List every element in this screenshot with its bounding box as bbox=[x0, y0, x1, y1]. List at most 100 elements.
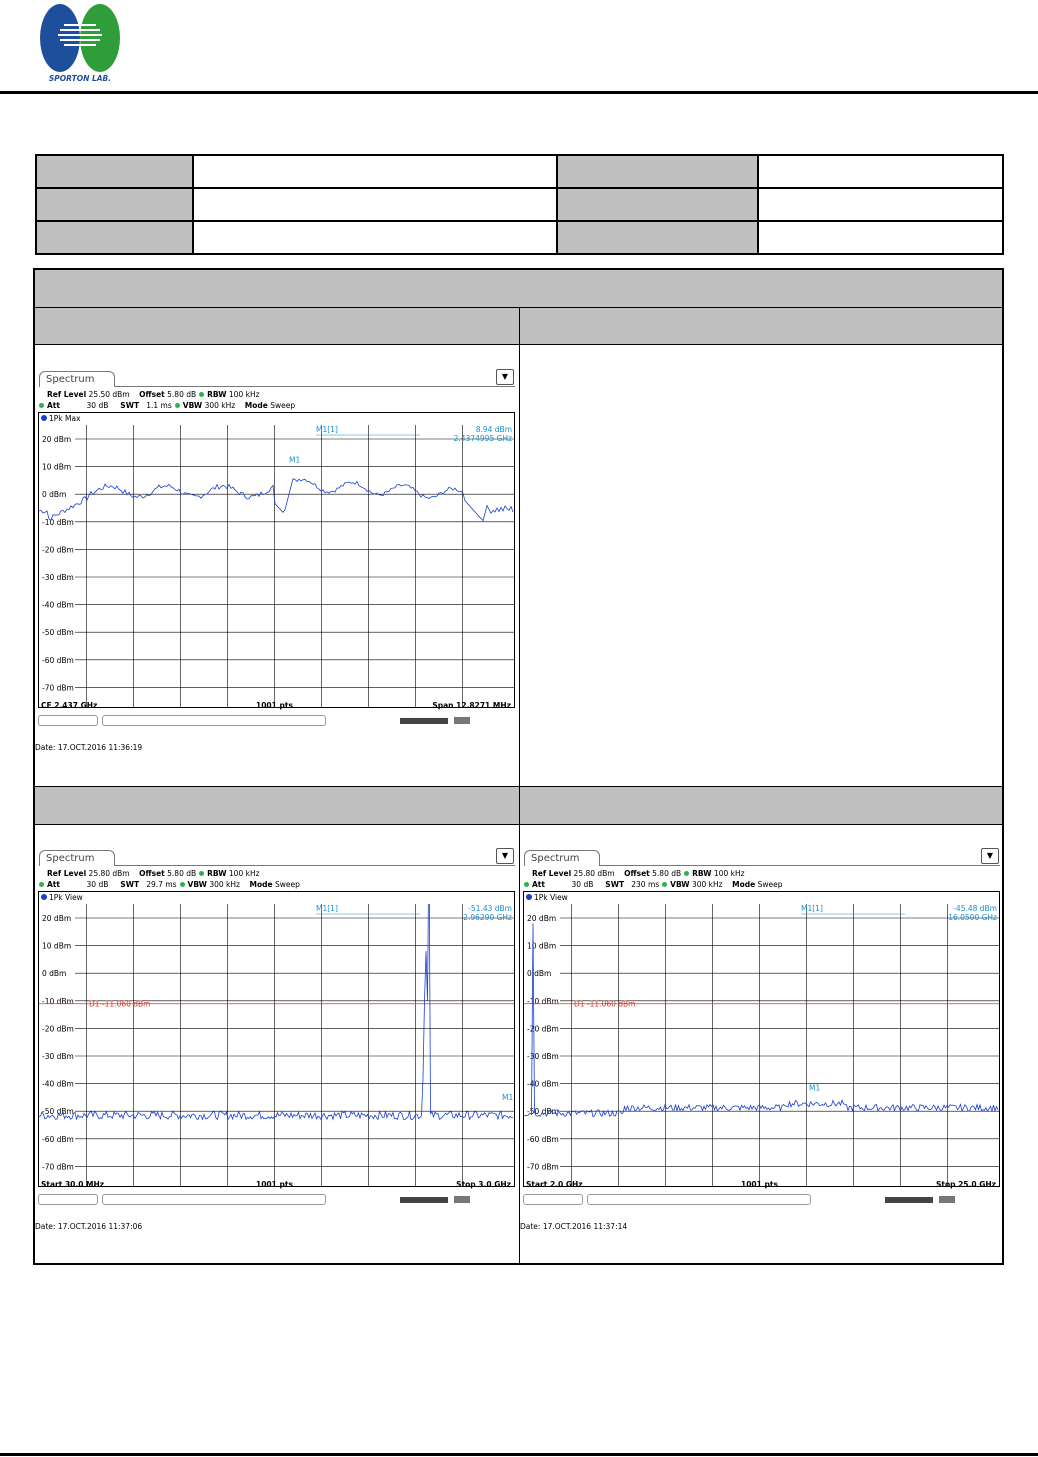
param-value: 1.1 ms bbox=[146, 401, 172, 410]
trace-line bbox=[39, 904, 514, 1121]
param-value: 5.80 dB bbox=[652, 869, 682, 878]
y-tick-label: -60 dBm bbox=[42, 656, 74, 665]
footer-points: 1001 pts bbox=[741, 1180, 778, 1189]
plot-footer: Start 2.0 GHz 1001 pts Stop 25.0 GHz bbox=[523, 1180, 1000, 1191]
trace-dot bbox=[41, 894, 47, 900]
param-value: 100 kHz bbox=[228, 390, 260, 399]
footer-left: CF 2.437 GHz bbox=[41, 701, 98, 710]
trace-line bbox=[524, 923, 999, 1118]
status-dot bbox=[39, 882, 44, 887]
table-cell bbox=[192, 220, 558, 255]
capture-date: Date: 17.OCT.2016 11:36:19 bbox=[35, 743, 143, 752]
footer-left: Start 30.0 MHz bbox=[41, 1180, 105, 1189]
table-cell bbox=[556, 220, 759, 255]
trace-dot bbox=[526, 894, 532, 900]
measurement-params: Ref Level 25.80 dBm Offset 5.80 dB RBW 10… bbox=[39, 868, 300, 890]
measurement-params: Ref Level 25.50 dBm Offset 5.80 dB RBW 10… bbox=[39, 389, 295, 411]
trace-name: 1Pk View bbox=[534, 893, 568, 902]
param-label: Att bbox=[532, 880, 545, 889]
param-value: 5.80 dB bbox=[167, 390, 197, 399]
marker-value: -45.48 dBm bbox=[953, 904, 997, 913]
param-label: Ref Level bbox=[532, 869, 572, 878]
status-dot bbox=[199, 871, 205, 876]
trace-name: 1Pk Max bbox=[49, 414, 81, 423]
menu-icon[interactable]: ▼ bbox=[981, 848, 999, 864]
status-bar bbox=[523, 1194, 1000, 1206]
y-tick-label: -10 dBm bbox=[42, 997, 74, 1006]
status-field bbox=[102, 715, 326, 726]
table-cell bbox=[556, 187, 759, 222]
param-label: Mode bbox=[244, 401, 268, 410]
status-dot bbox=[179, 882, 185, 887]
status-field bbox=[38, 715, 98, 726]
param-label: VBW bbox=[182, 401, 203, 410]
status-field bbox=[587, 1194, 811, 1205]
y-tick-label: -60 dBm bbox=[527, 1135, 559, 1144]
y-tick-label: 0 dBm bbox=[42, 490, 66, 499]
table-row bbox=[35, 187, 1004, 222]
spectrum-tab[interactable]: Spectrum bbox=[39, 850, 115, 866]
status-indicator bbox=[454, 1196, 470, 1203]
menu-icon[interactable]: ▼ bbox=[496, 369, 514, 385]
param-value: 300 kHz bbox=[691, 880, 723, 889]
param-value: 300 kHz bbox=[204, 401, 236, 410]
capture-date: Date: 17.OCT.2016 11:37:14 bbox=[520, 1222, 628, 1231]
spectrum-screenshot: Spectrum ▼ Ref Level 25.80 dBm Offset 5.… bbox=[35, 846, 518, 1246]
spectrum-chart: 20 dBm 10 dBm 0 dBm -10 dBm -20 dBm -30 dBm -4… bbox=[39, 904, 514, 1186]
y-tick-label: -30 dBm bbox=[42, 573, 74, 582]
param-label: VBW bbox=[187, 880, 207, 889]
status-dot bbox=[174, 403, 180, 408]
param-value: 100 kHz bbox=[228, 869, 260, 878]
menu-icon[interactable]: ▼ bbox=[496, 848, 514, 864]
param-label: RBW bbox=[207, 869, 227, 878]
y-tick-label: -20 dBm bbox=[42, 1024, 74, 1033]
marker-name: M1[1] bbox=[316, 904, 338, 913]
info-table bbox=[35, 154, 1004, 255]
marker-value: -51.43 dBm bbox=[468, 904, 512, 913]
y-tick-label: -60 dBm bbox=[42, 1135, 74, 1144]
footer-points: 1001 pts bbox=[256, 1180, 293, 1189]
table-cell bbox=[757, 154, 1004, 189]
footer-right: Span 12.8271 MHz bbox=[432, 701, 511, 710]
y-tick-label: -70 dBm bbox=[42, 683, 74, 692]
progress-indicator bbox=[400, 718, 448, 724]
param-value: 30 dB bbox=[86, 401, 109, 410]
capture-date: Date: 17.OCT.2016 11:37:06 bbox=[35, 1222, 143, 1231]
marker-name: M1[1] bbox=[801, 904, 823, 913]
y-tick-label: 20 dBm bbox=[527, 914, 556, 923]
table-cell bbox=[35, 154, 194, 189]
y-tick-label: 20 dBm bbox=[42, 914, 71, 923]
sporton-logo: SPORTON LAB. bbox=[40, 4, 120, 83]
y-tick-label: 20 dBm bbox=[42, 435, 71, 444]
param-label: Att bbox=[47, 401, 60, 410]
status-dot bbox=[684, 871, 690, 876]
param-label: Offset bbox=[139, 390, 165, 399]
status-dot bbox=[199, 392, 205, 397]
status-indicator bbox=[454, 717, 470, 724]
y-tick-label: -20 dBm bbox=[42, 545, 74, 554]
status-dot bbox=[524, 882, 529, 887]
param-label: SWT bbox=[120, 401, 140, 410]
param-value: 300 kHz bbox=[209, 880, 240, 889]
y-tick-label: -40 dBm bbox=[42, 1080, 74, 1089]
status-bar bbox=[38, 715, 515, 727]
param-label: Ref Level bbox=[47, 869, 87, 878]
y-tick-label: 0 dBm bbox=[527, 969, 551, 978]
param-label: Mode bbox=[249, 880, 273, 889]
param-value: Sweep bbox=[270, 401, 296, 410]
spectrum-tab[interactable]: Spectrum bbox=[39, 371, 115, 387]
section-header-bar bbox=[35, 270, 1002, 308]
param-value: Sweep bbox=[274, 880, 300, 889]
y-tick-label: -70 dBm bbox=[42, 1162, 74, 1171]
logo-text: SPORTON LAB. bbox=[49, 74, 111, 83]
trace-label: 1Pk View bbox=[41, 893, 83, 902]
param-value: 25.50 dBm bbox=[88, 390, 130, 399]
y-tick-label: -10 dBm bbox=[42, 518, 74, 527]
spectrum-tab[interactable]: Spectrum bbox=[524, 850, 600, 866]
marker-value: 8.94 dBm bbox=[476, 425, 512, 434]
status-bar bbox=[38, 1194, 515, 1206]
y-tick-label: -10 dBm bbox=[527, 997, 559, 1006]
param-label: SWT bbox=[120, 880, 140, 889]
status-field bbox=[523, 1194, 583, 1205]
param-value: 5.80 dB bbox=[167, 869, 197, 878]
